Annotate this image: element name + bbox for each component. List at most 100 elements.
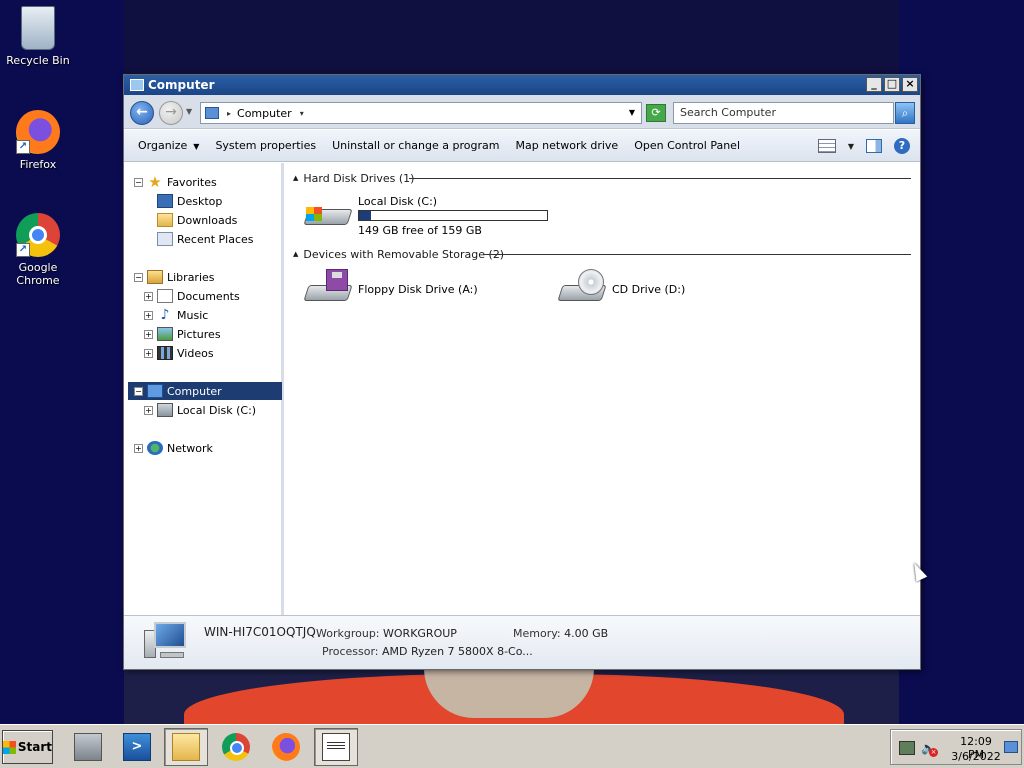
- refresh-button[interactable]: ⟳: [646, 104, 666, 122]
- chrome-center: [29, 226, 47, 244]
- processor-value: AMD Ryzen 7 5800X 8-Co...: [382, 645, 533, 658]
- maximize-button[interactable]: □: [884, 77, 900, 92]
- taskbar-firefox[interactable]: [264, 728, 308, 766]
- collapse-group-icon[interactable]: ▲: [293, 250, 298, 258]
- drive-name: Floppy Disk Drive (A:): [358, 283, 478, 296]
- powershell-icon: >: [123, 733, 151, 761]
- windows-logo-icon: [3, 740, 16, 754]
- nav-computer[interactable]: − Computer: [128, 382, 282, 400]
- group-header-removable-storage[interactable]: ▲ Devices with Removable Storage (2): [293, 246, 504, 262]
- nav-favorites[interactable]: − ★ Favorites: [134, 173, 217, 191]
- system-properties-button[interactable]: System properties: [215, 139, 316, 152]
- nav-recent-places[interactable]: Recent Places: [157, 230, 254, 248]
- expand-icon[interactable]: +: [144, 348, 153, 358]
- expand-icon[interactable]: +: [144, 310, 153, 320]
- breadcrumb-arrow-icon[interactable]: ▸: [227, 109, 231, 118]
- server-manager-icon: [74, 733, 102, 761]
- nav-label: Favorites: [167, 175, 217, 189]
- videos-icon: [157, 346, 173, 360]
- taskbar-chrome[interactable]: [214, 728, 258, 766]
- expand-icon[interactable]: +: [144, 329, 153, 339]
- change-view-icon[interactable]: [817, 139, 836, 153]
- minimize-button[interactable]: _: [866, 77, 882, 92]
- capacity-bar: [358, 210, 548, 221]
- collapse-group-icon[interactable]: ▲: [293, 174, 298, 182]
- expand-icon[interactable]: +: [144, 291, 153, 301]
- star-icon: ★: [148, 173, 162, 191]
- taskbar-server-manager[interactable]: [66, 728, 110, 766]
- breadcrumb-arrow-icon[interactable]: ▾: [300, 109, 304, 118]
- close-button[interactable]: ×: [902, 77, 918, 92]
- start-label: Start: [17, 740, 52, 754]
- desktop-icon-recycle-bin[interactable]: Recycle Bin: [0, 6, 78, 67]
- nav-local-disk[interactable]: + Local Disk (C:): [144, 401, 256, 419]
- nav-libraries[interactable]: − Libraries: [134, 268, 215, 286]
- address-bar[interactable]: ▸ Computer ▾ ▼: [200, 102, 642, 124]
- recent-places-icon: [157, 232, 173, 246]
- window-title: Computer: [148, 78, 215, 92]
- nav-documents[interactable]: + Documents: [144, 287, 240, 305]
- title-bar[interactable]: Computer _ □ ×: [124, 75, 920, 95]
- explorer-window: Computer _ □ × ← → ▼ ▸ Computer ▾ ▼ ⟳ Se…: [123, 74, 921, 670]
- map-network-drive-button[interactable]: Map network drive: [515, 139, 618, 152]
- nav-label: Local Disk (C:): [177, 403, 257, 417]
- search-input[interactable]: Search Computer: [673, 102, 894, 124]
- nav-label: Recent Places: [177, 232, 254, 246]
- show-desktop-icon[interactable]: [1004, 741, 1018, 753]
- nav-videos[interactable]: + Videos: [144, 344, 214, 362]
- chrome-icon: [222, 733, 250, 761]
- wallpaper-photo: [124, 668, 899, 724]
- notepad-icon: [322, 733, 350, 761]
- help-icon[interactable]: ?: [894, 138, 910, 154]
- collapse-icon[interactable]: −: [134, 386, 143, 396]
- desktop-icon-chrome[interactable]: ↗ Google Chrome: [0, 213, 78, 287]
- drive-free-space: 149 GB free of 159 GB: [358, 224, 482, 237]
- clock-date[interactable]: 3/6/2022: [951, 750, 1001, 763]
- address-dropdown-icon[interactable]: ▼: [629, 108, 635, 117]
- drive-cd-d[interactable]: CD Drive (D:): [557, 269, 685, 315]
- desktop-icon-label: Recycle Bin: [6, 54, 70, 67]
- taskbar-powershell[interactable]: >: [115, 728, 159, 766]
- network-icon: [147, 441, 163, 455]
- drive-floppy-a[interactable]: Floppy Disk Drive (A:): [303, 269, 478, 315]
- uninstall-program-button[interactable]: Uninstall or change a program: [332, 139, 499, 152]
- computer-icon: [130, 79, 144, 91]
- group-header-hard-disk-drives[interactable]: ▲ Hard Disk Drives (1): [293, 170, 414, 186]
- collapse-icon[interactable]: −: [134, 177, 143, 187]
- nav-music[interactable]: + ♪ Music: [144, 306, 208, 324]
- pictures-icon: [157, 327, 173, 341]
- back-button[interactable]: ←: [130, 101, 154, 125]
- nav-label: Computer: [167, 384, 222, 398]
- start-button[interactable]: Start: [2, 730, 53, 764]
- network-tray-icon[interactable]: [899, 741, 915, 755]
- forward-button[interactable]: →: [159, 101, 183, 125]
- taskbar-explorer[interactable]: [164, 728, 208, 766]
- open-control-panel-button[interactable]: Open Control Panel: [634, 139, 740, 152]
- nav-desktop[interactable]: Desktop: [157, 192, 222, 210]
- taskbar-notepad[interactable]: [314, 728, 358, 766]
- desktop-icon-firefox[interactable]: ↗ Firefox: [0, 110, 78, 171]
- recent-pages-dropdown[interactable]: ▼: [186, 107, 192, 116]
- breadcrumb-computer[interactable]: Computer: [237, 107, 292, 120]
- memory-label: Memory:: [513, 627, 561, 640]
- view-options-dropdown-icon[interactable]: ▼: [848, 142, 854, 151]
- memory-value: 4.00 GB: [564, 627, 609, 640]
- search-icon[interactable]: ⌕: [895, 102, 915, 124]
- nav-pictures[interactable]: + Pictures: [144, 325, 221, 343]
- details-pane: WIN-HI7C01OQTJQ Workgroup: WORKGROUP Mem…: [124, 615, 920, 669]
- organize-button[interactable]: Organize ▼: [138, 139, 199, 152]
- shortcut-arrow-icon: ↗: [16, 140, 30, 154]
- preview-pane-icon[interactable]: [866, 139, 882, 153]
- nav-downloads[interactable]: Downloads: [157, 211, 237, 229]
- expand-icon[interactable]: +: [144, 405, 153, 415]
- address-row: ← → ▼ ▸ Computer ▾ ▼ ⟳ Search Computer ⌕: [124, 95, 920, 129]
- processor-label: Processor:: [322, 645, 379, 658]
- memory-row: Memory: 4.00 GB: [513, 627, 608, 640]
- hard-drive-icon: [157, 403, 173, 417]
- nav-network[interactable]: + Network: [134, 439, 213, 457]
- collapse-icon[interactable]: −: [134, 272, 143, 282]
- nav-label: Documents: [177, 289, 240, 303]
- expand-icon[interactable]: +: [134, 443, 143, 453]
- drive-local-disk-c[interactable]: Local Disk (C:) 149 GB free of 159 GB: [303, 193, 548, 239]
- workgroup-value: WORKGROUP: [383, 627, 457, 640]
